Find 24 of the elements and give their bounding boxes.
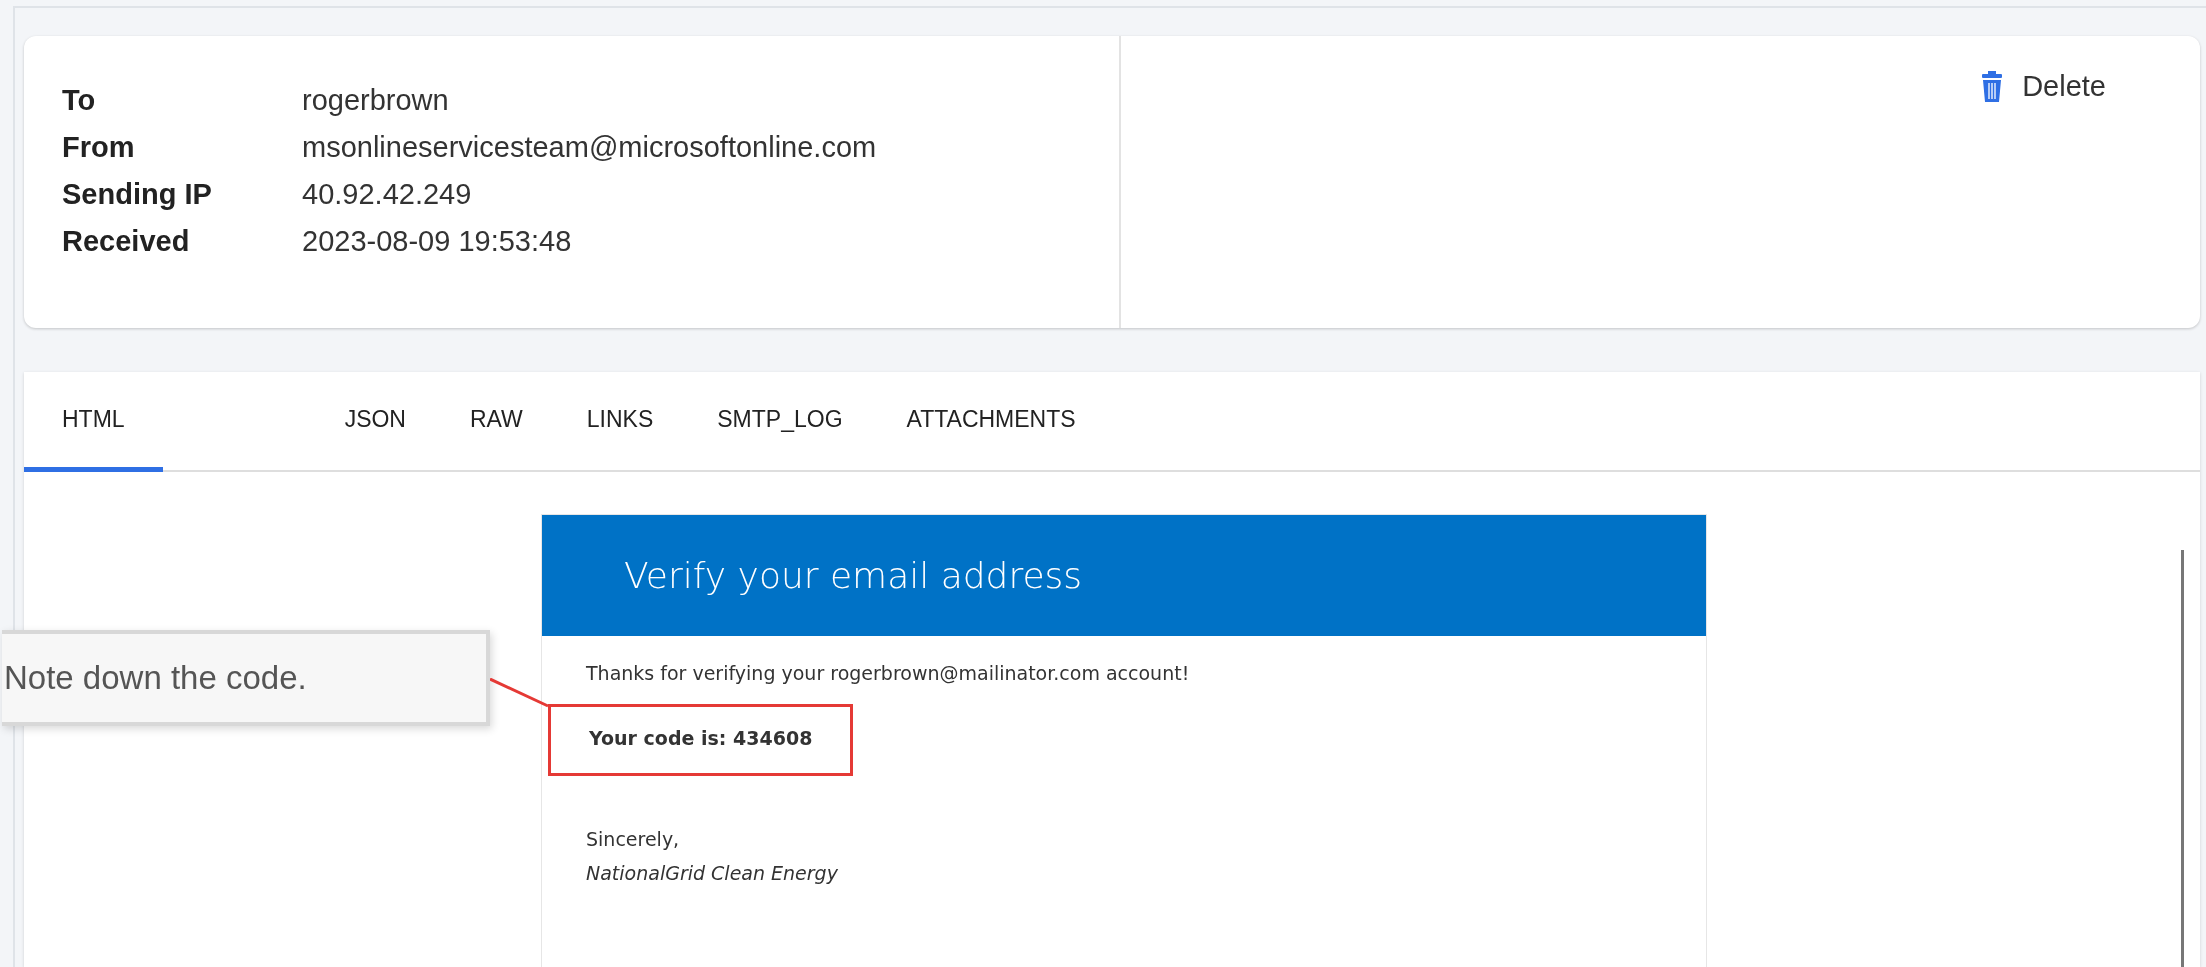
field-label: To xyxy=(62,84,97,117)
tab[interactable]: ATTACHMENTS xyxy=(874,372,1108,472)
email-text: Thanks for verifying your rogerbrown@mailinator.com account! xyxy=(586,662,1191,684)
code-highlight: Your code is: 434608 xyxy=(548,704,854,776)
tab[interactable]: HTML xyxy=(24,372,163,472)
tab[interactable]: SMTP_LOG xyxy=(685,372,875,472)
field-value: rogerbrown xyxy=(302,84,450,117)
leader-line xyxy=(490,678,550,708)
field-value: 40.92.42.249 xyxy=(302,178,473,211)
field-value: 2023-08-09 19:53:48 xyxy=(302,225,573,258)
email-closing: Sincerely, xyxy=(586,828,680,850)
email-signature: NationalGrid Clean Energy xyxy=(586,861,839,886)
field-label: Received xyxy=(62,225,191,258)
tab[interactable]: JSON xyxy=(312,372,438,472)
field-value: msonlineservicesteam@microsoftonline.com xyxy=(302,131,878,164)
callout-note: Note down the code. xyxy=(2,630,490,726)
field-label: From xyxy=(62,131,136,164)
trash-icon xyxy=(1980,70,2005,103)
tab[interactable]: LINKS xyxy=(554,372,686,472)
email-title: Verify your email address xyxy=(624,555,1083,596)
scrollbar[interactable] xyxy=(2181,550,2184,967)
delete-button[interactable]: Delete xyxy=(1976,66,2110,107)
tab[interactable]: RAW xyxy=(437,372,555,472)
field-label: Sending IP xyxy=(62,178,213,211)
